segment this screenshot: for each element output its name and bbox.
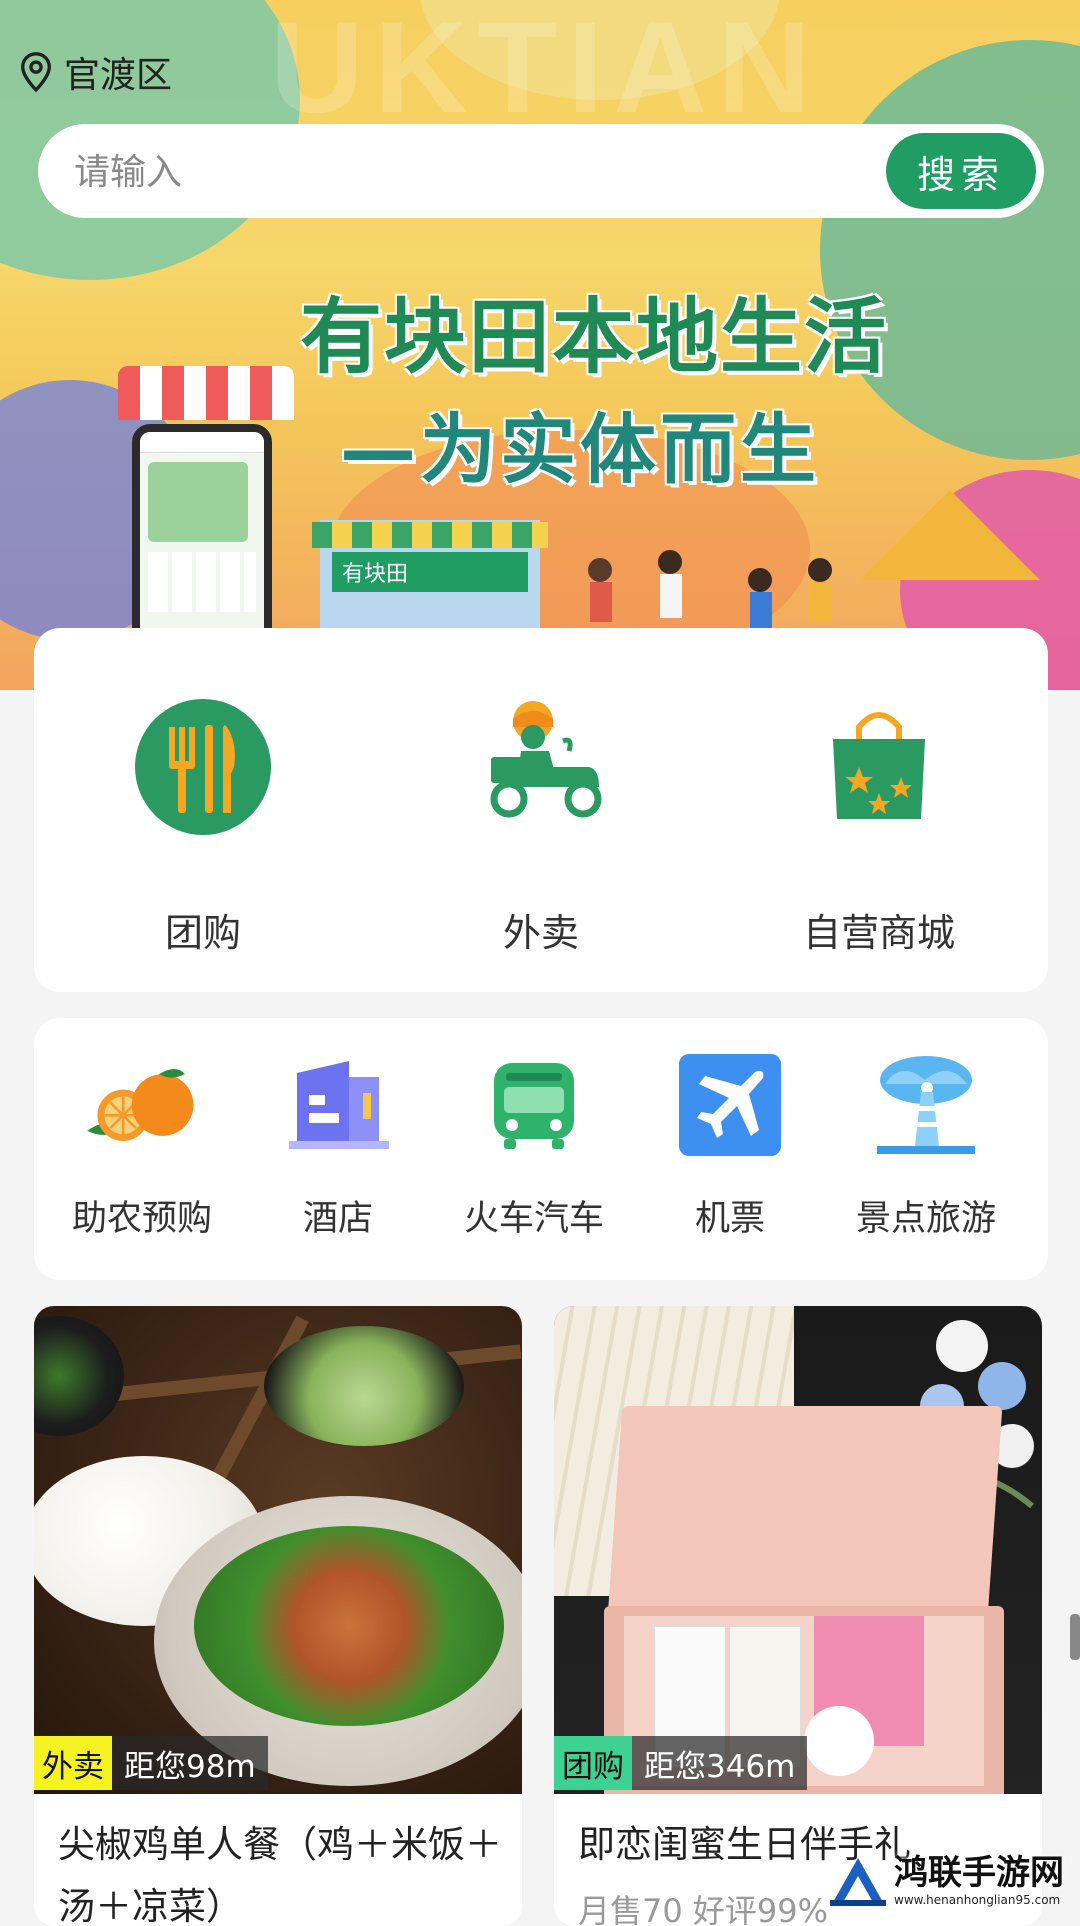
store-sign: 有块田 [332,552,528,592]
category-label: 酒店 [302,1199,373,1239]
hotel-icon [278,1050,398,1160]
main-category-card: 团购 外卖 自营商城 [34,628,1048,992]
product-title: 尖椒鸡单人餐（鸡＋米饭＋汤＋凉菜） [58,1823,502,1926]
distance-label: 距您346m [632,1736,808,1790]
watermark-logo-icon [830,1858,886,1906]
watermark-url: www.henanhonglian95.com [894,1893,1061,1907]
product-card[interactable]: 团购 距您346m 即恋闺蜜生日伴手礼 月售70 好评99% [554,1306,1042,1926]
sub-category-card: 助农预购 酒店 火车汽车 机票 景点旅游 [34,1018,1048,1280]
hero-banner[interactable]: UKTIAN 有块田 有块田本地生活 —为实体而生 官渡区 搜索 [0,0,1080,690]
category-mall[interactable]: 自营商城 [710,628,1048,992]
group-buy-tag: 团购 [554,1736,632,1790]
category-hotel[interactable]: 酒店 [240,1018,436,1280]
category-label: 外卖 [502,911,579,955]
category-delivery[interactable]: 外卖 [372,628,710,992]
product-photo [34,1306,522,1794]
shop-awning-illustration [118,366,294,420]
bus-icon [474,1050,594,1160]
category-label: 助农预购 [71,1199,212,1239]
product-tag-row: 团购 距您346m [554,1736,808,1790]
category-label: 火车汽车 [463,1199,604,1239]
banner-subline: —为实体而生 [340,405,820,494]
orange-icon [82,1050,202,1160]
location-label: 官渡区 [64,55,173,96]
banner-watermark-text: UKTIAN [270,0,822,140]
search-bar: 搜索 [38,124,1044,220]
site-watermark: 鸿联手游网 www.henanhonglian95.com [828,1846,1078,1916]
airplane-icon [670,1050,790,1160]
scrollbar[interactable] [1070,1614,1080,1660]
category-label: 机票 [694,1199,765,1239]
banner-headline: 有块田本地生活 [300,290,889,385]
product-tag-row: 外卖 距您98m [34,1736,268,1790]
location-pin-icon [21,52,51,93]
category-train-bus[interactable]: 火车汽车 [436,1018,632,1280]
palm-island-icon [866,1050,986,1160]
category-flight[interactable]: 机票 [632,1018,828,1280]
utensils-icon [128,692,278,842]
location-selector[interactable]: 官渡区 [18,46,172,98]
distance-label: 距您98m [112,1736,268,1790]
product-card[interactable]: 外卖 距您98m 尖椒鸡单人餐（鸡＋米饭＋汤＋凉菜） [34,1306,522,1926]
category-label: 团购 [164,911,241,955]
category-label: 景点旅游 [855,1199,996,1239]
banner-blob [820,40,1080,460]
category-farm-presale[interactable]: 助农预购 [44,1018,240,1280]
category-label: 自营商城 [802,911,955,955]
tent-illustration [860,490,1040,580]
delivery-scooter-icon [466,692,616,842]
category-scenic-travel[interactable]: 景点旅游 [828,1018,1024,1280]
search-input[interactable] [72,124,856,220]
watermark-name: 鸿联手游网 [894,1853,1064,1893]
category-group-buy[interactable]: 团购 [34,628,372,992]
search-button[interactable]: 搜索 [886,133,1036,209]
shopping-bag-icon [804,692,954,842]
product-sales-rating: 月售70 好评99% [578,1892,829,1926]
store-awning-illustration [312,522,548,548]
product-photo [554,1306,1042,1794]
delivery-tag: 外卖 [34,1736,112,1790]
